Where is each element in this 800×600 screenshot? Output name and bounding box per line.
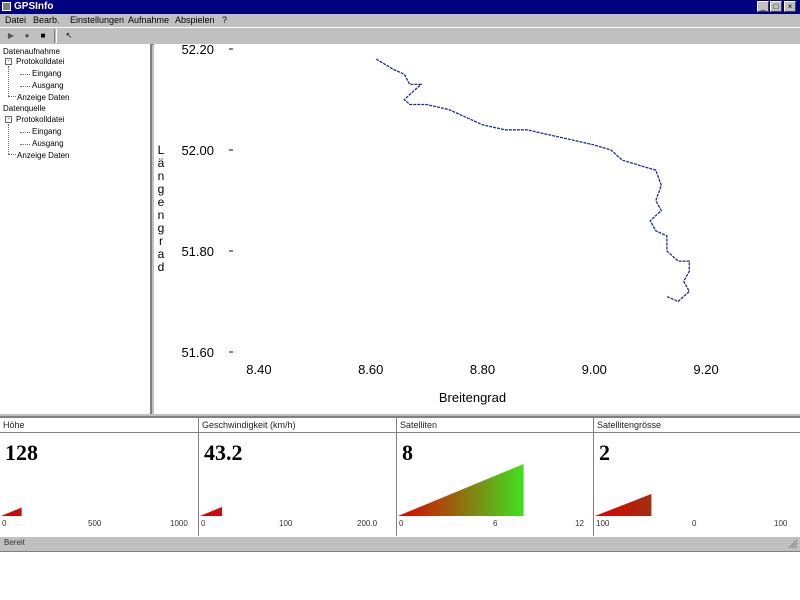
tree-connector <box>8 96 16 97</box>
gauge-ramp <box>595 493 652 516</box>
tree-node-protokolldatei[interactable]: Protokolldatei <box>16 115 64 124</box>
tree-node-ausgang[interactable]: Ausgang <box>32 81 64 90</box>
expander-icon[interactable]: - <box>5 58 12 65</box>
resize-grip-icon[interactable] <box>788 539 798 549</box>
app-icon[interactable] <box>2 2 11 11</box>
tree-node-protokolldatei[interactable]: Protokolldatei <box>16 57 64 66</box>
expander-icon[interactable]: - <box>5 116 12 123</box>
tree-connector <box>20 144 30 145</box>
x-tick-label: 8.60 <box>358 362 383 377</box>
gauge-panel-satelliten: Satelliten 8 0 6 12 <box>397 418 594 536</box>
tree-node-eingang[interactable]: Eingang <box>32 69 61 78</box>
x-axis-label: Breitengrad <box>439 390 506 405</box>
gauge-fill <box>398 464 524 516</box>
gauge-tick: 0 <box>2 519 7 528</box>
x-tick-label: 8.40 <box>246 362 271 377</box>
track-chart[interactable]: 52.20 52.00 51.80 51.60 8.40 8.60 8.80 9.00 9.20… <box>154 44 800 414</box>
gauge-panels: Höhe 128 0 500 1000 Geschwindigkeit (km/… <box>0 416 800 538</box>
menu-bearbeiten[interactable]: Bearb. <box>33 14 60 26</box>
gauge-tick: 12 <box>575 519 584 528</box>
y-tick-label: 51.60 <box>181 345 214 360</box>
status-text: Bereit <box>4 538 25 547</box>
tree-node-anzeige[interactable]: Anzeige Daten <box>17 151 69 160</box>
play-icon[interactable]: ▶ <box>4 30 18 42</box>
gauge-tick: 100 <box>596 519 610 528</box>
gauge-tick: 0 <box>399 519 404 528</box>
minimize-button[interactable]: _ <box>757 1 769 12</box>
window-title: GPSInfo <box>14 1 54 12</box>
track-series-line <box>375 58 691 303</box>
toolbar: ▶ ● ■ ↖ <box>0 27 800 45</box>
close-button[interactable]: × <box>784 1 796 12</box>
gauge-tick: 0 <box>692 519 697 528</box>
gauge-tick: 0 <box>201 519 206 528</box>
gauge-tick: 100 <box>279 519 293 528</box>
record-icon[interactable]: ● <box>20 30 34 42</box>
y-tick-label: 52.20 <box>181 44 214 57</box>
menu-einstellungen[interactable]: Einstellungen <box>70 14 124 26</box>
tree-node-eingang[interactable]: Eingang <box>32 127 61 136</box>
tree-node-ausgang[interactable]: Ausgang <box>32 139 64 148</box>
tree-group-label[interactable]: Datenquelle <box>3 104 46 113</box>
menu-help[interactable]: ? <box>222 14 227 26</box>
maximize-button[interactable]: □ <box>770 1 782 12</box>
x-tick-label: 8.80 <box>470 362 495 377</box>
tree-connector <box>20 86 30 87</box>
title-bar[interactable]: GPSInfo _ □ × <box>0 0 800 14</box>
menu-abspielen[interactable]: Abspielen <box>175 14 215 26</box>
tree-connector <box>20 74 30 75</box>
y-tick-label: 52.00 <box>181 143 214 158</box>
gauge-tick: 100 <box>774 519 788 528</box>
x-tick-label: 9.20 <box>693 362 718 377</box>
gauge-panel-hoehe: Höhe 128 0 500 1000 <box>0 418 199 536</box>
gauge-tick: 6 <box>493 519 498 528</box>
tree-connector <box>8 124 9 154</box>
gauge-fill <box>595 493 652 516</box>
y-axis-label: Längengrad <box>157 143 165 274</box>
gauge-fill <box>200 506 223 516</box>
menu-datei[interactable]: Datei <box>5 14 26 26</box>
app-window: GPSInfo _ □ × Datei Bearb. Einstellungen… <box>0 0 800 552</box>
pointer-icon[interactable]: ↖ <box>62 30 76 42</box>
stop-icon[interactable]: ■ <box>36 30 50 42</box>
x-tick-label: 9.00 <box>582 362 607 377</box>
gauge-tick: 200.0 <box>357 519 378 528</box>
tree-view: Datenaufnahme - Protokolldatei Eingang A… <box>0 44 152 414</box>
toolbar-separator <box>54 29 57 43</box>
gauge-tick: 1000 <box>170 519 188 528</box>
menu-bar: Datei Bearb. Einstellungen Aufnahme Absp… <box>0 14 800 26</box>
tree-group-label[interactable]: Datenaufnahme <box>3 47 60 56</box>
gauge-fill <box>1 507 22 516</box>
gauge-panel-satellitengroesse: Satellitengrösse 2 100 0 100 <box>594 418 800 536</box>
track-chart-svg: 52.20 52.00 51.80 51.60 8.40 8.60 8.80 9.00 9.20… <box>181 44 718 405</box>
tree-node-anzeige[interactable]: Anzeige Daten <box>17 93 69 102</box>
tree-connector <box>8 154 16 155</box>
y-tick-label: 51.80 <box>181 244 214 259</box>
tree-connector <box>8 66 9 96</box>
tree-connector <box>20 132 30 133</box>
gauge-panel-geschwindigkeit: Geschwindigkeit (km/h) 43.2 0 100 200.0 <box>199 418 397 536</box>
status-bar: Bereit <box>0 536 800 551</box>
gauge-tick: 500 <box>88 519 102 528</box>
menu-aufnahme[interactable]: Aufnahme <box>128 14 169 26</box>
